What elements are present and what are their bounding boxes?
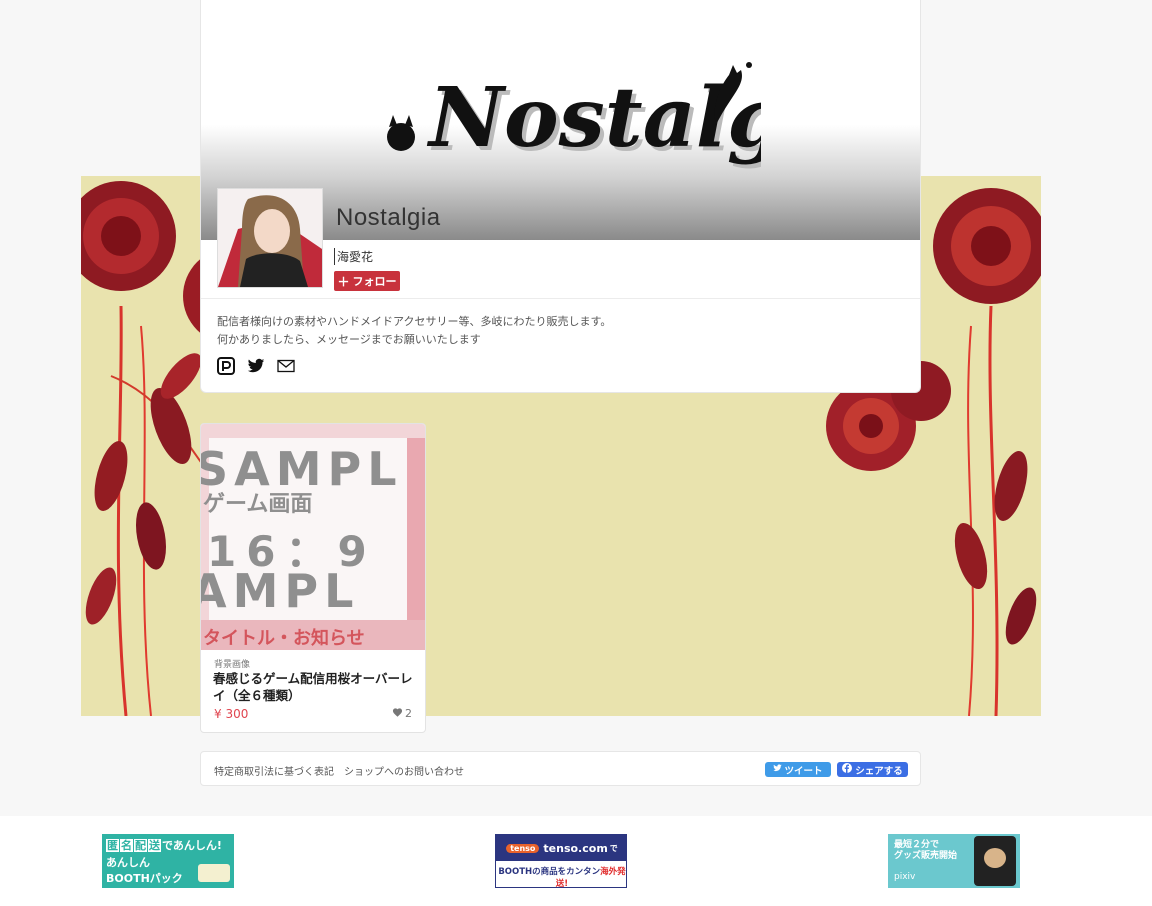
- pixiv-goods-banner[interactable]: 最短２分で グッズ販売開始 pixiv: [888, 834, 1020, 888]
- shop-avatar[interactable]: [217, 188, 323, 288]
- banner-text: BOOTHパック: [106, 872, 183, 885]
- likes-count: 2: [405, 707, 412, 720]
- plus-icon: ＋: [337, 274, 350, 289]
- item-title[interactable]: 春感じるゲーム配信用桜オーバーレイ（全６種類）: [213, 670, 413, 704]
- follow-label: フォロー: [352, 275, 397, 288]
- banner-text: 最短２分で グッズ販売開始: [894, 840, 958, 861]
- thumbnail-border: [407, 438, 425, 634]
- mail-icon[interactable]: [277, 357, 295, 375]
- shop-contact-link[interactable]: ショップへのお問い合わせ: [344, 763, 464, 778]
- thumbnail-sample-text: AMPL: [201, 564, 360, 618]
- shop-logo: Nostalgia Nostalgia: [387, 62, 761, 170]
- shop-owner-name[interactable]: 海愛花: [334, 248, 373, 265]
- tweet-label: ツイート: [784, 765, 823, 777]
- tshirt-image: [974, 836, 1016, 886]
- banner-text: 匿名配送であんしん!: [106, 839, 222, 852]
- banner-text: BOOTHの商品をカンタン海外発送!: [498, 867, 626, 888]
- heart-icon: [392, 707, 403, 720]
- shop-description: 配信者様向けの素材やハンドメイドアクセサリー等、多岐にわたり販売します。 何かあ…: [217, 313, 611, 349]
- thumbnail-notice-text: タイトル・お知らせ: [203, 628, 365, 649]
- description-line: 配信者様向けの素材やハンドメイドアクセサリー等、多岐にわたり販売します。: [217, 315, 612, 328]
- description-line: 何かありましたら、メッセージまでお願いいたします: [217, 333, 481, 346]
- header-divider: [201, 298, 920, 299]
- item-thumbnail[interactable]: SAMPL ゲーム画面 16：9 AMPL タイトル・お知らせ: [201, 424, 425, 650]
- share-label: シェアする: [855, 765, 903, 777]
- banner-text: あんしん: [106, 856, 150, 869]
- legal-notice-link[interactable]: 特定商取引法に基づく表記: [214, 763, 334, 778]
- item-price: ¥ 300: [214, 707, 249, 721]
- item-card[interactable]: SAMPL ゲーム画面 16：9 AMPL タイトル・お知らせ 背景画像 春感じ…: [200, 423, 426, 733]
- facebook-icon: [842, 763, 853, 776]
- facebook-share-button[interactable]: シェアする: [837, 762, 908, 777]
- booth-pack-banner[interactable]: 匿名配送であんしん! あんしん BOOTHパック: [102, 834, 234, 888]
- truck-icon: [198, 864, 230, 882]
- shop-footer-bar: 特定商取引法に基づく表記 ショップへのお問い合わせ ツイート シェアする: [200, 751, 921, 786]
- twitter-icon[interactable]: [247, 357, 265, 375]
- shop-name: Nostalgia: [336, 204, 441, 231]
- item-category[interactable]: 背景画像: [214, 657, 250, 670]
- twitter-icon: [773, 764, 783, 775]
- banner-text: tenso tenso.com で: [496, 835, 626, 861]
- follow-button[interactable]: ＋ フォロー: [334, 271, 400, 291]
- thumbnail-game-text: ゲーム画面: [203, 492, 313, 517]
- shop-header-card: Nostalgia Nostalgia Nostalgia 海愛花 ＋ フォロー…: [200, 0, 921, 393]
- item-likes[interactable]: 2: [392, 707, 412, 720]
- social-links: [217, 357, 295, 375]
- tweet-button[interactable]: ツイート: [765, 762, 831, 777]
- svg-text:Nostalgia: Nostalgia: [426, 70, 761, 166]
- tenso-banner[interactable]: tenso tenso.com で BOOTHの商品をカンタン海外発送!: [495, 834, 627, 888]
- pixiv-logo: pixiv: [894, 872, 916, 882]
- footer-links: 特定商取引法に基づく表記 ショップへのお問い合わせ: [214, 763, 464, 778]
- pixiv-fanbox-icon[interactable]: [217, 357, 235, 375]
